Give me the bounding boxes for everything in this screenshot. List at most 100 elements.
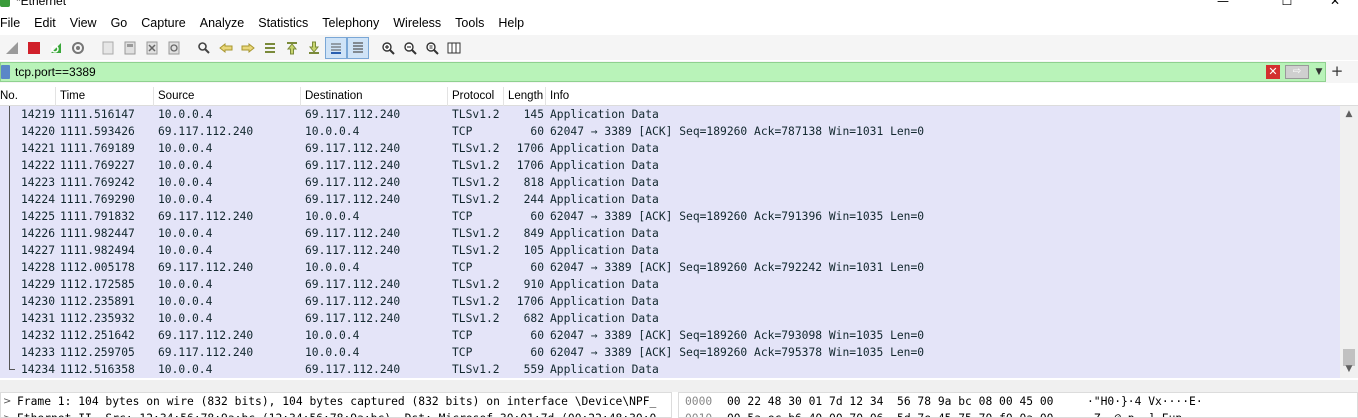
packet-source: 69.117.112.240 [158, 210, 254, 223]
close-window-button[interactable]: ✕ [1312, 0, 1358, 8]
open-file-icon[interactable] [97, 37, 119, 59]
menu-tools[interactable]: Tools [448, 11, 491, 35]
column-header-length[interactable]: Length [504, 87, 546, 106]
maximize-button[interactable]: ☐ [1264, 0, 1310, 8]
capture-options-icon[interactable] [67, 37, 89, 59]
column-header-time[interactable]: Time [56, 87, 154, 106]
packet-info: Application Data [550, 108, 659, 121]
display-filter-input[interactable] [15, 63, 1255, 81]
packet-no: 14222 [20, 159, 55, 172]
stop-capture-icon[interactable] [23, 37, 45, 59]
menu-capture[interactable]: Capture [134, 11, 192, 35]
zoom-out-icon[interactable] [399, 37, 421, 59]
packet-source: 10.0.0.4 [158, 142, 213, 155]
scroll-up-icon[interactable]: ▲ [1340, 106, 1358, 123]
table-row[interactable]: 14230 1112.235891 10.0.0.4 69.117.112.240 TL… [0, 293, 1340, 310]
apply-filter-icon[interactable]: ⇨ [1285, 65, 1309, 79]
detail-row-frame[interactable]: > Frame 1: 104 bytes on wire (832 bits),… [1, 393, 671, 410]
table-row[interactable]: 14231 1112.235932 10.0.0.4 69.117.112.240 TL… [0, 310, 1340, 327]
packet-destination: 69.117.112.240 [305, 227, 401, 240]
auto-scroll-icon[interactable] [325, 36, 347, 59]
byte-offset: 0010 [685, 410, 712, 417]
byte-row[interactable]: 0000 00 22 48 30 01 7d 12 34 56 78 9a bc… [679, 393, 1357, 410]
chevron-down-icon[interactable]: ▼ [1313, 65, 1325, 79]
display-filter-field: ✕ ⇨ ▼ [0, 62, 1326, 82]
packet-source: 10.0.0.4 [158, 176, 213, 189]
table-row[interactable]: 14223 1111.769242 10.0.0.4 69.117.112.240 TL… [0, 174, 1340, 191]
close-file-icon[interactable] [141, 37, 163, 59]
find-packet-icon[interactable] [193, 37, 215, 59]
add-filter-button-icon[interactable]: + [1330, 61, 1344, 81]
title-bar: *Ethernet — ☐ ✕ [0, 0, 1358, 10]
table-row[interactable]: 14227 1111.982494 10.0.0.4 69.117.112.240 TL… [0, 242, 1340, 259]
pane-splitter[interactable] [0, 380, 1358, 392]
main-toolbar [0, 35, 1358, 60]
restart-capture-icon[interactable] [45, 37, 67, 59]
byte-row[interactable]: 0010 00 5a ec b6 40 00 70 06 5d 7e 45 75… [679, 410, 1357, 417]
packet-info: Application Data [550, 363, 659, 376]
table-row[interactable]: 14233 1112.259705 69.117.112.240 10.0.0.4 TC… [0, 344, 1340, 361]
menu-analyze[interactable]: Analyze [193, 11, 251, 35]
go-forward-icon[interactable] [237, 37, 259, 59]
column-header-info[interactable]: Info [546, 87, 1340, 106]
go-to-packet-icon[interactable] [259, 37, 281, 59]
clear-filter-icon[interactable]: ✕ [1266, 65, 1280, 79]
go-first-icon[interactable] [281, 37, 303, 59]
resize-columns-icon[interactable] [443, 37, 465, 59]
zoom-normal-icon[interactable] [421, 37, 443, 59]
table-row[interactable]: 14234 1112.516358 10.0.0.4 69.117.112.240 TL… [0, 361, 1340, 378]
table-row[interactable]: 14222 1111.769227 10.0.0.4 69.117.112.240 TL… [0, 157, 1340, 174]
column-header-no[interactable]: No. [0, 87, 56, 106]
menu-telephony[interactable]: Telephony [315, 11, 386, 35]
menu-statistics[interactable]: Statistics [251, 11, 315, 35]
column-header-source[interactable]: Source [154, 87, 301, 106]
table-row[interactable]: 14224 1111.769290 10.0.0.4 69.117.112.240 TL… [0, 191, 1340, 208]
detail-row-ethernet[interactable]: > Ethernet II, Src: 12:34:56:78:9a:bc (1… [1, 410, 671, 417]
menu-view[interactable]: View [63, 11, 104, 35]
menu-go[interactable]: Go [104, 11, 135, 35]
column-header-destination[interactable]: Destination [301, 87, 448, 106]
table-row[interactable]: 14229 1112.172585 10.0.0.4 69.117.112.240 TL… [0, 276, 1340, 293]
packet-protocol: TLSv1.2 [452, 227, 500, 240]
packet-time: 1111.791832 [60, 210, 135, 223]
save-file-icon[interactable] [119, 37, 141, 59]
table-row[interactable]: 14219 1111.516147 10.0.0.4 69.117.112.240 TL… [0, 106, 1340, 123]
chevron-right-icon[interactable]: > [3, 410, 13, 417]
detail-text: Ethernet II, Src: 12:34:56:78:9a:bc (12:… [17, 410, 656, 417]
column-header-protocol[interactable]: Protocol [448, 87, 504, 106]
packet-no: 14221 [20, 142, 55, 155]
packet-destination: 69.117.112.240 [305, 142, 401, 155]
scroll-down-icon[interactable]: ▼ [1340, 361, 1358, 378]
packet-time: 1112.005178 [60, 261, 135, 274]
go-last-icon[interactable] [303, 37, 325, 59]
table-row[interactable]: 14221 1111.769189 10.0.0.4 69.117.112.240 TL… [0, 140, 1340, 157]
reload-file-icon[interactable] [163, 37, 185, 59]
menu-help[interactable]: Help [491, 11, 531, 35]
menu-file[interactable]: File [0, 11, 27, 35]
table-row[interactable]: 14226 1111.982447 10.0.0.4 69.117.112.240 TL… [0, 225, 1340, 242]
shark-fin-start-icon[interactable] [1, 37, 23, 59]
table-row[interactable]: 14232 1112.251642 69.117.112.240 10.0.0.4 TC… [0, 327, 1340, 344]
chevron-right-icon[interactable]: > [3, 393, 13, 410]
packet-length: 60 [530, 125, 544, 138]
packet-no: 14224 [20, 193, 55, 206]
minimize-button[interactable]: — [1200, 0, 1246, 8]
table-row[interactable]: 14225 1111.791832 69.117.112.240 10.0.0.4 TC… [0, 208, 1340, 225]
menu-edit[interactable]: Edit [27, 11, 63, 35]
packet-destination: 69.117.112.240 [305, 108, 401, 121]
packet-list-scrollbar[interactable]: ▲ ▼ [1340, 106, 1358, 378]
packet-length: 244 [523, 193, 544, 206]
packet-destination: 69.117.112.240 [305, 295, 401, 308]
packet-no: 14234 [20, 363, 55, 376]
zoom-in-icon[interactable] [377, 37, 399, 59]
table-row[interactable]: 14228 1112.005178 69.117.112.240 10.0.0.4 TC… [0, 259, 1340, 276]
go-back-icon[interactable] [215, 37, 237, 59]
bookmark-icon[interactable] [1, 65, 10, 79]
packet-no: 14225 [20, 210, 55, 223]
packet-length: 682 [523, 312, 544, 325]
toolbar-separator [185, 37, 193, 59]
menu-wireless[interactable]: Wireless [386, 11, 448, 35]
packet-protocol: TLSv1.2 [452, 142, 500, 155]
colorize-icon[interactable] [347, 36, 369, 59]
table-row[interactable]: 14220 1111.593426 69.117.112.240 10.0.0.4 TC… [0, 123, 1340, 140]
